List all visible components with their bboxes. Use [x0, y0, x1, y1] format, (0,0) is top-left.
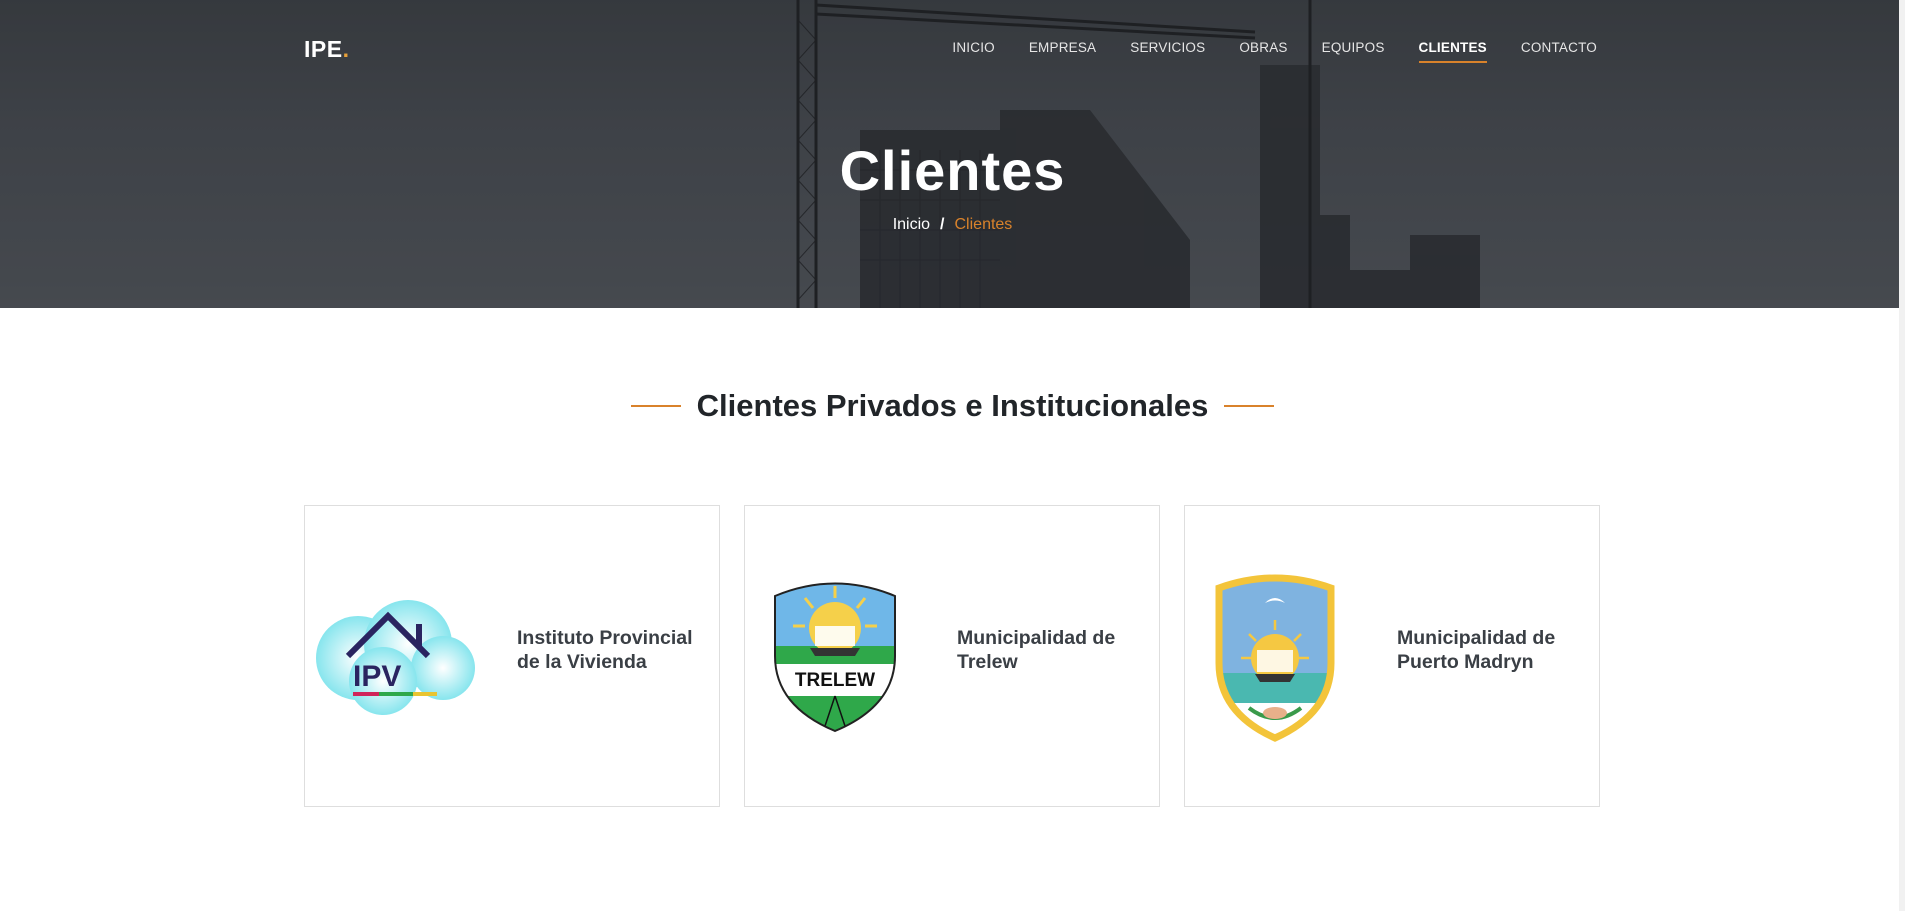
nav-item-empresa[interactable]: EMPRESA: [1029, 40, 1096, 63]
site-logo[interactable]: IPE.: [304, 36, 349, 63]
section-title: Clientes Privados e Institucionales: [696, 388, 1209, 423]
nav-item-inicio[interactable]: INICIO: [952, 40, 994, 63]
nav-item-equipos[interactable]: EQUIPOS: [1322, 40, 1385, 63]
logo-dot: .: [342, 36, 350, 62]
client-name: Municipalidad de Trelew: [957, 627, 1116, 673]
ipv-logo-text: IPV: [353, 660, 401, 693]
client-list: IPV Instituto Provincial de la Vivienda: [304, 505, 1600, 807]
hero-banner: IPE. INICIO EMPRESA SERVICIOS OBRAS EQUI…: [0, 0, 1905, 308]
title-line-right: [1224, 405, 1275, 407]
breadcrumb: Inicio / Clientes: [0, 216, 1905, 234]
client-card[interactable]: Municipalidad de Puerto Madryn: [1184, 505, 1600, 807]
nav-item-obras[interactable]: OBRAS: [1239, 40, 1287, 63]
ipv-logo-icon: IPV: [305, 566, 485, 746]
page-scrollbar[interactable]: [1899, 0, 1905, 911]
nav-item-servicios[interactable]: SERVICIOS: [1130, 40, 1205, 63]
trelew-shield-icon: TRELEW: [745, 566, 925, 746]
puerto-madryn-shield-icon: [1185, 566, 1365, 746]
client-card[interactable]: IPV Instituto Provincial de la Vivienda: [304, 505, 720, 807]
client-card[interactable]: TRELEW Municipalidad de Trelew: [744, 505, 1160, 807]
breadcrumb-home-link[interactable]: Inicio: [893, 216, 930, 233]
client-name: Municipalidad de Puerto Madryn: [1397, 627, 1556, 673]
breadcrumb-separator: /: [940, 216, 945, 233]
main-nav: INICIO EMPRESA SERVICIOS OBRAS EQUIPOS C…: [952, 40, 1597, 63]
nav-item-contacto[interactable]: CONTACTO: [1521, 40, 1597, 63]
logo-text: IPE: [304, 36, 343, 62]
trelew-logo-text: TRELEW: [795, 670, 875, 691]
section-heading: Clientes Privados e Institucionales: [0, 388, 1905, 424]
breadcrumb-current: Clientes: [954, 216, 1013, 233]
page-title: Clientes: [839, 139, 1066, 202]
client-name: Instituto Provincial de la Vivienda: [517, 627, 693, 673]
title-line-left: [630, 405, 681, 407]
nav-item-clientes[interactable]: CLIENTES: [1418, 40, 1488, 63]
